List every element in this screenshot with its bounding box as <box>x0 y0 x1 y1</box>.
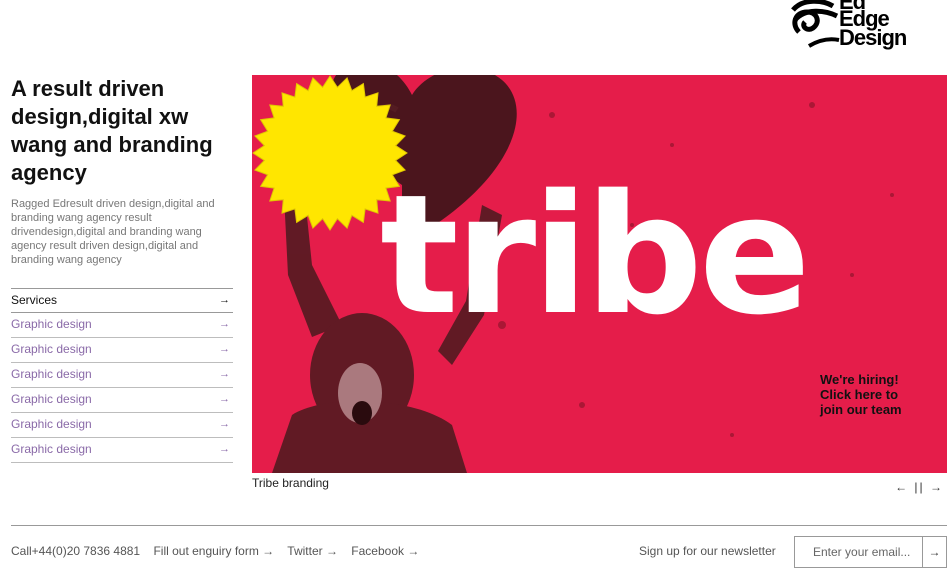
footer-divider <box>11 525 947 526</box>
arrow-right-icon: → <box>219 443 230 455</box>
logo-swirl-icon <box>791 0 840 48</box>
service-item[interactable]: Graphic design → <box>11 438 233 463</box>
intro-column: A result driven design,digital xw wang a… <box>11 75 233 463</box>
intro-text: Ragged Edresult driven design,digital an… <box>11 198 215 266</box>
arrow-right-icon: → <box>219 368 230 380</box>
prev-arrow-icon[interactable]: ← <box>895 480 909 494</box>
next-arrow-icon[interactable]: → <box>930 480 944 494</box>
phone-number: Call+44(0)20 7836 4881 <box>11 544 141 558</box>
newsletter-email-input[interactable] <box>794 536 922 568</box>
service-item-label: Graphic design <box>11 317 92 331</box>
logo-word-3: Design <box>839 25 907 50</box>
arrow-right-icon: → <box>219 318 230 330</box>
burst-line-2: Click here to <box>820 387 899 402</box>
arrow-right-icon: → <box>219 343 230 355</box>
slider-controls: ← || → <box>895 480 944 494</box>
hiring-burst-text[interactable]: We're hiring! Click here to join our tea… <box>820 372 920 417</box>
service-item-label: Graphic design <box>11 392 92 406</box>
pause-icon[interactable]: || <box>914 480 924 494</box>
page-headline: A result driven design,digital xw wang a… <box>11 76 213 185</box>
service-item[interactable]: Graphic design → <box>11 363 233 388</box>
arrow-right-icon: → <box>219 393 230 405</box>
services-header-label: Services <box>11 293 58 307</box>
newsletter-submit-button[interactable]: → <box>922 536 947 568</box>
hero-slide[interactable]: tribe We're hiring! Click here to join o… <box>252 75 947 473</box>
newsletter-label: Sign up for our newsletter <box>639 544 776 558</box>
hiring-burst-icon[interactable] <box>252 75 408 231</box>
arrow-right-icon: → <box>219 294 230 306</box>
enquiry-link[interactable]: Fill out enguiry form → <box>153 544 274 558</box>
service-item[interactable]: Graphic design → <box>11 338 233 363</box>
twitter-link[interactable]: Twitter → <box>287 544 338 558</box>
footer-links: Call+44(0)20 7836 4881 Fill out enguiry … <box>11 544 429 558</box>
services-list: Services → Graphic design → Graphic desi… <box>11 288 233 463</box>
site-logo[interactable]: Ed Edge Design <box>789 0 939 50</box>
service-item-label: Graphic design <box>11 417 92 431</box>
burst-line-1: We're hiring! <box>820 372 899 387</box>
service-item-label: Graphic design <box>11 442 92 456</box>
burst-line-3: join our team <box>820 402 902 417</box>
service-item-label: Graphic design <box>11 367 92 381</box>
hero-word: tribe <box>380 159 811 351</box>
service-item[interactable]: Graphic design → <box>11 313 233 338</box>
service-item[interactable]: Graphic design → <box>11 388 233 413</box>
slide-caption: Tribe branding <box>252 476 329 490</box>
facebook-link[interactable]: Facebook → <box>351 544 419 558</box>
services-header[interactable]: Services → <box>11 289 233 313</box>
service-item[interactable]: Graphic design → <box>11 413 233 438</box>
service-item-label: Graphic design <box>11 342 92 356</box>
arrow-right-icon: → <box>219 418 230 430</box>
